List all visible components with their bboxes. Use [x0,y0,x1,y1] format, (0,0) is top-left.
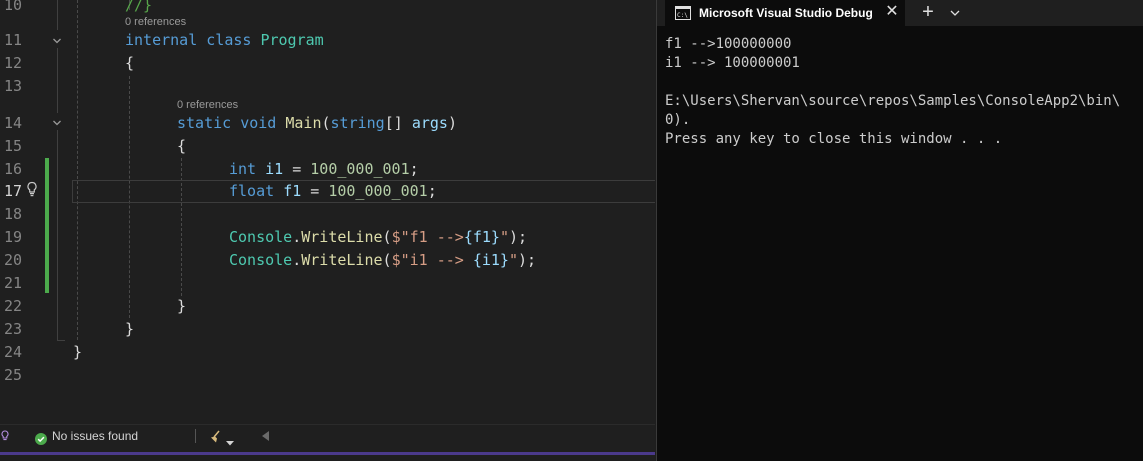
line-number: 20 [4,251,23,269]
console-output-line: E:\Users\Shervan\source\repos\Samples\Co… [665,93,1121,109]
code-line-19[interactable]: Console.WriteLine($"f1 -->{f1}"); [229,226,527,249]
console-output-line: 0). [665,112,691,128]
code-line-15[interactable]: { [177,135,186,158]
line-number: 11 [4,31,23,49]
lightbulb-icon[interactable] [26,181,38,197]
line-number: 10 [4,0,23,14]
line-number: 21 [4,274,23,292]
issues-indicator[interactable]: No issues found [35,425,138,447]
change-indicator [45,158,49,293]
line-number: 19 [4,228,23,246]
debug-console-window[interactable]: C:\ Microsoft Visual Studio Debug ✕ + f1… [656,0,1143,461]
console-output-line: i1 --> 100000001 [665,55,800,71]
code-line-16[interactable]: int i1 = 100_000_001; [229,158,419,181]
line-number: 22 [4,297,23,315]
code-line-20[interactable]: Console.WriteLine($"i1 --> {i1}"); [229,249,536,272]
code-line-17[interactable]: float f1 = 100_000_001; [229,180,437,203]
outline-guide [57,0,58,30]
close-icon[interactable]: ✕ [884,4,900,20]
console-output-line: Press any key to close this window . . . [665,131,1003,147]
code-line-22[interactable]: } [177,295,186,318]
new-tab-plus-icon[interactable]: + [918,2,938,22]
code-editor[interactable]: 10 11 12 13 14 15 16 17 18 19 20 21 22 2… [0,0,655,461]
line-number: 15 [4,137,23,155]
code-line-11[interactable]: internal class Program [125,29,324,52]
code-line-14[interactable]: static void Main(string[] args) [177,112,457,135]
console-app-icon: C:\ [675,6,691,20]
console-output-line: f1 -->100000000 [665,36,792,52]
outline-guide [57,340,65,341]
console-tab[interactable]: C:\ Microsoft Visual Studio Debug ✕ [665,0,905,26]
console-tab-bar: C:\ Microsoft Visual Studio Debug ✕ + [657,0,1143,26]
codelens-references[interactable]: 0 references [125,15,186,29]
code-line-12[interactable]: { [125,52,134,75]
line-number: 25 [4,366,23,384]
line-number: 24 [4,343,23,361]
scroll-left-icon[interactable] [262,425,270,447]
status-divider [195,429,196,443]
editor-bottom-border [0,452,655,461]
indent-guide [181,158,182,296]
dropdown-caret-icon [226,432,234,446]
code-line-23[interactable]: } [125,318,134,341]
check-circle-icon [35,430,47,445]
svg-text:C:\: C:\ [677,12,688,19]
line-number: 18 [4,205,23,223]
broom-icon [208,429,222,443]
collapse-chevron-icon[interactable] [52,36,62,46]
console-tab-title: Microsoft Visual Studio Debug [699,6,873,20]
line-number: 14 [4,114,23,132]
editor-status-bar: No issues found [0,424,655,447]
line-number: 23 [4,320,23,338]
code-line-24[interactable]: } [73,341,82,364]
indent-guide [77,0,78,340]
intellicode-icon[interactable] [0,425,10,447]
codelens-references[interactable]: 0 references [177,98,238,112]
outline-guide [57,48,58,113]
code-cleanup-button[interactable] [208,425,234,447]
collapse-chevron-icon[interactable] [52,118,62,128]
line-number: 13 [4,77,23,95]
outline-guide [57,130,58,340]
line-number: 12 [4,54,23,72]
line-number: 16 [4,160,23,178]
issues-text: No issues found [52,429,139,443]
line-number-active: 17 [4,182,23,200]
chevron-down-icon[interactable] [948,6,962,20]
